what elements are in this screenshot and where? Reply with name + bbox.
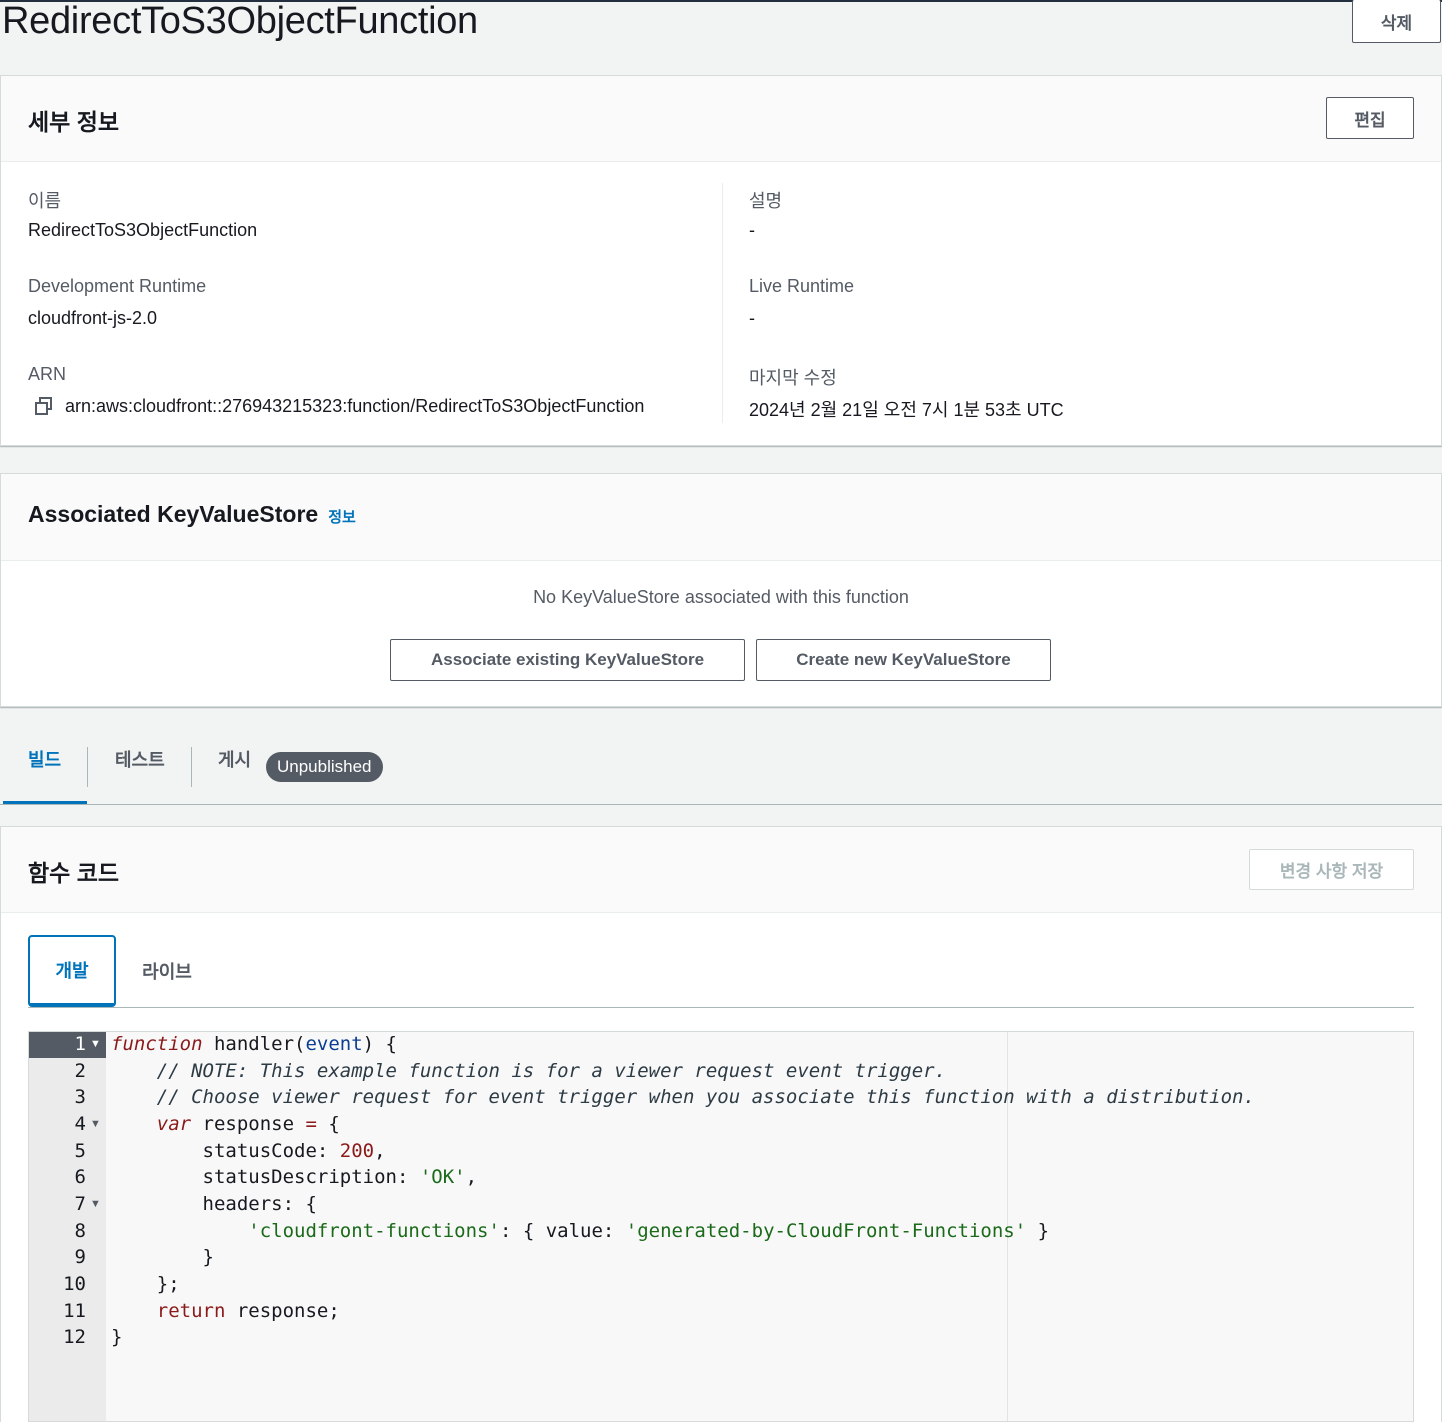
edit-button[interactable]: 편집 (1326, 97, 1414, 139)
tab-separator (87, 747, 88, 787)
kvs-empty-message: No KeyValueStore associated with this fu… (533, 587, 909, 607)
details-title: 세부 정보 (28, 109, 120, 135)
line-number: 3 (74, 1086, 86, 1108)
arn-value: arn:aws:cloudfront::276943215323:functio… (65, 396, 645, 416)
code-editor[interactable]: 1 ▼ 2 3 4 ▼ 5 6 7 ▼ 8 9 10 11 12 functio… (28, 1031, 1414, 1422)
tab-live[interactable]: 라이브 (140, 935, 194, 1007)
copy-icon[interactable] (34, 396, 54, 416)
name-label: 이름 (28, 191, 62, 211)
tab-test-label: 테스트 (115, 750, 165, 770)
fold-arrow-icon[interactable]: ▼ (90, 1118, 101, 1130)
line-number: 2 (74, 1060, 86, 1082)
subtabs-baseline (28, 1007, 1414, 1008)
kvs-header: Associated KeyValueStore 정보 (1, 474, 1441, 561)
tab-separator (191, 747, 192, 787)
description-value: - (749, 220, 755, 240)
kvs-title-text: Associated KeyValueStore (28, 501, 319, 527)
live-runtime-label: Live Runtime (749, 276, 855, 296)
create-kvs-button[interactable]: Create new KeyValueStore (756, 639, 1051, 681)
live-runtime-value: - (749, 308, 755, 328)
code-line: } (111, 1326, 123, 1348)
dev-runtime-label: Development Runtime (28, 276, 207, 296)
tab-build[interactable]: 빌드 (3, 746, 87, 804)
line-number: 11 (63, 1300, 86, 1322)
associate-kvs-button[interactable]: Associate existing KeyValueStore (390, 639, 745, 681)
code-line: var response = { (156, 1113, 340, 1135)
code-header: 함수 코드 변경 사항 저장 (1, 827, 1441, 913)
line-number: 4 (74, 1113, 86, 1135)
code-line: statusCode: 200, (111, 1140, 386, 1162)
code-line: // NOTE: This example function is for a … (111, 1060, 947, 1082)
tab-development[interactable]: 개발 (28, 935, 116, 1007)
code-line: 'cloudfront-functions': { value: 'genera… (248, 1220, 1050, 1242)
name-value: RedirectToS3ObjectFunction (28, 220, 258, 240)
unpublished-badge: Unpublished (266, 752, 383, 782)
code-line: }; (111, 1273, 180, 1295)
description-label: 설명 (749, 191, 783, 211)
line-number: 1 (74, 1033, 86, 1055)
line-number: 9 (74, 1246, 86, 1268)
details-panel: 세부 정보 편집 이름 RedirectToS3ObjectFunction D… (0, 75, 1442, 446)
tab-test[interactable]: 테스트 (115, 746, 165, 804)
page-title: RedirectToS3ObjectFunction (2, 0, 478, 42)
details-header: 세부 정보 편집 (1, 76, 1441, 162)
line-number: 12 (63, 1326, 86, 1348)
main-tabs: 빌드 테스트 게시 Unpublished (0, 708, 1442, 805)
code-line: function handler(event) { (111, 1033, 397, 1055)
code-title: 함수 코드 (28, 860, 120, 886)
code-line: return response; (156, 1300, 340, 1322)
fold-arrow-icon[interactable]: ▼ (90, 1038, 101, 1050)
line-number: 8 (74, 1220, 86, 1242)
kvs-panel: Associated KeyValueStore 정보 No KeyValueS… (0, 473, 1442, 707)
modified-value: 2024년 2월 21일 오전 7시 1분 53초 UTC (749, 400, 1064, 420)
delete-button[interactable]: 삭제 (1352, 0, 1441, 43)
code-line: headers: { (111, 1193, 317, 1215)
line-number: 7 (74, 1193, 86, 1215)
fold-arrow-icon[interactable]: ▼ (90, 1198, 101, 1210)
modified-label: 마지막 수정 (749, 368, 837, 388)
save-changes-button[interactable]: 변경 사항 저장 (1249, 849, 1414, 890)
line-number: 6 (74, 1166, 86, 1188)
line-number: 5 (74, 1140, 86, 1162)
column-divider (722, 183, 723, 423)
dev-runtime-value: cloudfront-js-2.0 (28, 308, 158, 328)
code-line: statusDescription: 'OK', (111, 1166, 478, 1188)
tab-build-label: 빌드 (28, 750, 62, 770)
code-line: // Choose viewer request for event trigg… (111, 1086, 1255, 1108)
tab-publish-label: 게시 (218, 750, 252, 770)
kvs-info-link[interactable]: 정보 (328, 506, 356, 527)
kvs-title: Associated KeyValueStore 정보 (28, 501, 356, 528)
tab-publish[interactable]: 게시 (218, 746, 251, 804)
code-line: } (111, 1246, 214, 1268)
line-number: 10 (63, 1273, 86, 1295)
arn-label: ARN (28, 364, 67, 384)
